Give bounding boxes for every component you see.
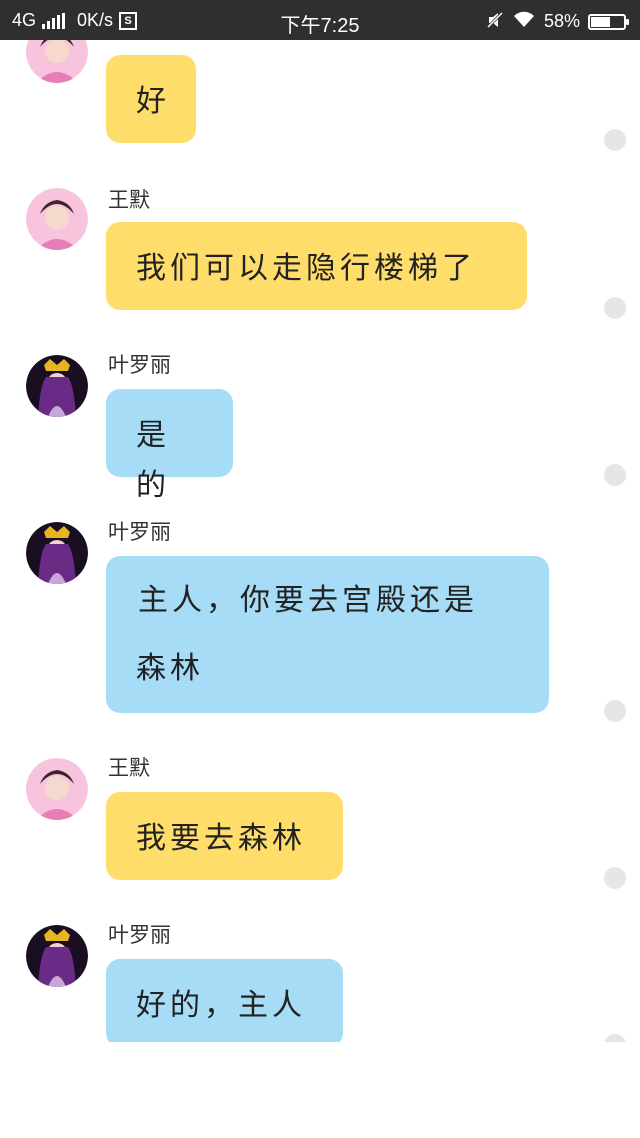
avatar-ye-luoli[interactable] — [26, 355, 88, 417]
read-status-dot — [604, 1034, 626, 1042]
message-text: 好 — [136, 84, 170, 119]
sender-name: 王默 — [108, 756, 150, 780]
sender-name: 叶罗丽 — [108, 520, 171, 544]
message-text: 我们可以走隐行楼梯了 — [136, 251, 476, 286]
message-bubble[interactable]: 我们可以走隐行楼梯了 — [106, 222, 527, 310]
sender-name: 叶罗丽 — [108, 923, 171, 947]
battery-icon — [588, 13, 629, 30]
read-status-dot — [604, 129, 626, 151]
sender-name: 叶罗丽 — [108, 353, 171, 377]
read-status-dot — [604, 297, 626, 319]
message-text: 是的 — [136, 418, 170, 503]
message-bubble[interactable]: 好 — [106, 55, 196, 143]
message-bubble[interactable]: 好的，主人 — [106, 959, 343, 1042]
message-text-line: 主人，你要去宫殿还是 — [138, 583, 478, 618]
avatar-ye-luoli[interactable] — [26, 925, 88, 987]
status-right: 58% — [486, 10, 629, 33]
read-status-dot — [604, 867, 626, 889]
message-bubble[interactable]: 主人，你要去宫殿还是 森林 — [106, 556, 549, 713]
battery-percent: 58% — [543, 11, 580, 31]
avatar-wang-mo[interactable] — [26, 758, 88, 820]
status-bar: 4G 0K/s S 下午7:25 58% — [0, 0, 640, 40]
chat-list[interactable]: 好 王默 我们可以走隐行楼梯了 叶罗丽 是的 叶罗丽 主人，你要去宫殿还是 森林… — [0, 40, 640, 1042]
message-text: 我要去森林 — [136, 821, 306, 856]
wifi-icon — [512, 10, 536, 33]
message-bubble[interactable]: 我要去森林 — [106, 792, 343, 880]
avatar-wang-mo[interactable] — [26, 40, 88, 83]
message-bubble[interactable]: 是的 — [106, 389, 233, 503]
read-status-dot — [604, 464, 626, 486]
sender-name: 王默 — [108, 188, 150, 212]
message-text: 好的，主人 — [136, 988, 306, 1023]
avatar-wang-mo[interactable] — [26, 188, 88, 250]
mute-icon — [486, 11, 504, 32]
message-text-line: 森林 — [136, 651, 204, 686]
read-status-dot — [604, 700, 626, 722]
avatar-ye-luoli[interactable] — [26, 522, 88, 584]
